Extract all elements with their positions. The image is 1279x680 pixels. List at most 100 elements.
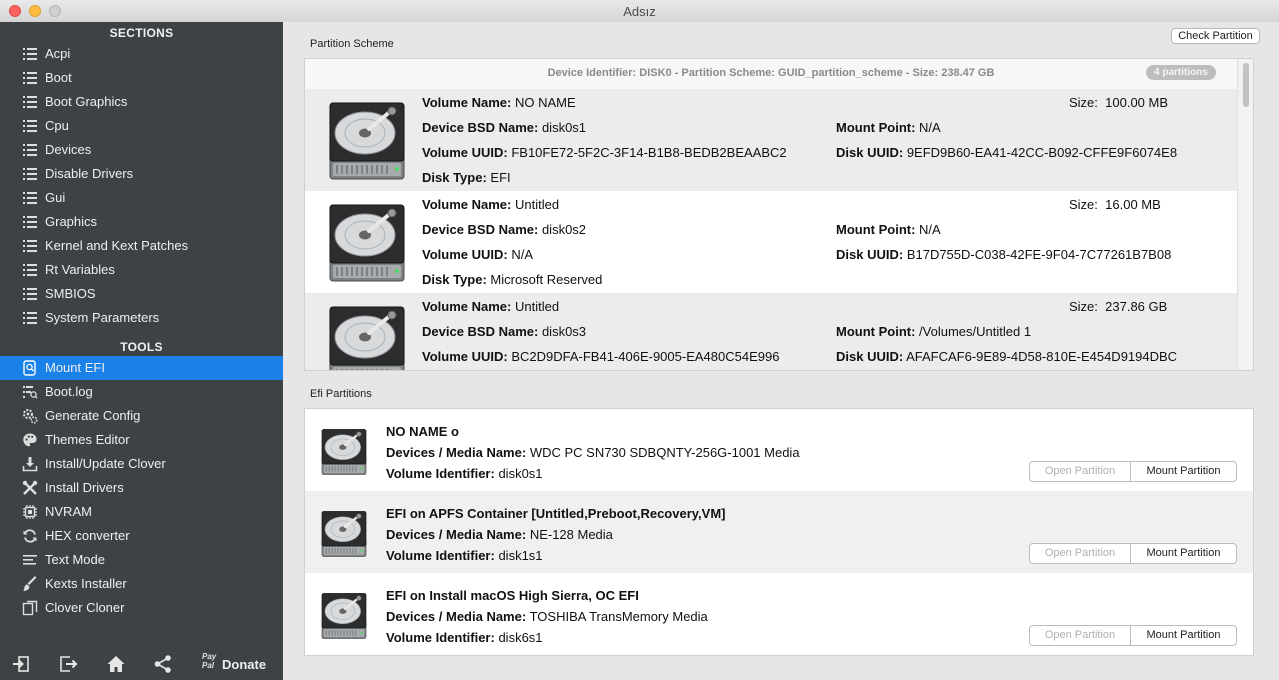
check-partition-button[interactable]: Check Partition — [1171, 28, 1260, 44]
sidebar-item-kexts-installer[interactable]: Kexts Installer — [0, 572, 283, 596]
field-value: FB10FE72-5F2C-3F14-B1B8-BEDB2BEAABC2 — [511, 145, 787, 160]
sidebar-item-gui[interactable]: Gui — [0, 186, 283, 210]
sidebar-item-boot[interactable]: Boot — [0, 66, 283, 90]
sidebar-item-kernel-kext-patches[interactable]: Kernel and Kext Patches — [0, 234, 283, 258]
sidebar-item-text-mode[interactable]: Text Mode — [0, 548, 283, 572]
field-value: WDC PC SN730 SDBQNTY-256G-1001 Media — [529, 445, 800, 460]
mount-point-field: Mount Point: N/A — [836, 120, 941, 135]
sidebar-item-system-parameters[interactable]: System Parameters — [0, 306, 283, 330]
sidebar-item-graphics[interactable]: Graphics — [0, 210, 283, 234]
field-label: Mount Point: — [836, 324, 916, 339]
partition-row[interactable]: Volume Name: NO NAME Size: 100.00 MB Dev… — [305, 89, 1237, 191]
field-label: Volume Name: — [422, 197, 512, 212]
sidebar-item-install-drivers[interactable]: Install Drivers — [0, 476, 283, 500]
media-name-field: Devices / Media Name: TOSHIBA TransMemor… — [386, 609, 708, 624]
sidebar-item-smbios[interactable]: SMBIOS — [0, 282, 283, 306]
sidebar-item-label: Acpi — [45, 46, 71, 61]
sidebar-item-label: Install Drivers — [45, 480, 124, 495]
partition-actions: Open Partition Mount Partition — [1029, 543, 1237, 564]
disk-uuid-field: Disk UUID: B17D755D-C038-42FE-9F04-7C772… — [836, 247, 1171, 262]
sidebar-item-acpi[interactable]: Acpi — [0, 42, 283, 66]
partition-list-scrollbar[interactable] — [1237, 59, 1253, 370]
sidebar-item-devices[interactable]: Devices — [0, 138, 283, 162]
sidebar-item-install-update-clover[interactable]: Install/Update Clover — [0, 452, 283, 476]
sidebar-item-rt-variables[interactable]: Rt Variables — [0, 258, 283, 282]
sidebar-item-label: Mount EFI — [45, 360, 105, 375]
copy-icon — [22, 600, 38, 616]
hard-disk-icon — [327, 99, 407, 183]
home-icon[interactable] — [106, 654, 126, 674]
list-icon — [22, 94, 38, 110]
sidebar-item-boot-log[interactable]: Boot.log — [0, 380, 283, 404]
open-partition-button[interactable]: Open Partition — [1029, 461, 1131, 482]
list-icon — [22, 142, 38, 158]
sidebar-item-clover-cloner[interactable]: Clover Cloner — [0, 596, 283, 620]
hard-disk-icon — [327, 201, 407, 285]
mount-point-field: Mount Point: N/A — [836, 222, 941, 237]
volume-uuid-field: Volume UUID: FB10FE72-5F2C-3F14-B1B8-BED… — [422, 145, 787, 160]
volume-identifier-field: Volume Identifier: disk0s1 — [386, 466, 543, 481]
title-bar: Adsız — [0, 0, 1279, 23]
sidebar-item-label: Cpu — [45, 118, 69, 133]
export-icon[interactable] — [58, 654, 78, 674]
sidebar-item-mount-efi[interactable]: Mount EFI — [0, 356, 283, 380]
efi-partition-row[interactable]: EFI on Install macOS High Sierra, OC EFI… — [305, 573, 1253, 655]
field-label: Volume Name: — [422, 95, 512, 110]
sidebar-item-label: Text Mode — [45, 552, 105, 567]
bsd-name-field: Device BSD Name: disk0s1 — [422, 120, 586, 135]
sidebar-item-hex-converter[interactable]: HEX converter — [0, 524, 283, 548]
efi-partition-list: NO NAME o Devices / Media Name: WDC PC S… — [304, 408, 1254, 656]
sidebar-item-boot-graphics[interactable]: Boot Graphics — [0, 90, 283, 114]
sidebar-item-disable-drivers[interactable]: Disable Drivers — [0, 162, 283, 186]
sidebar: SECTIONS Acpi Boot Boot Graphics Cpu Dev… — [0, 22, 283, 680]
bsd-name-field: Device BSD Name: disk0s2 — [422, 222, 586, 237]
field-label: Volume Identifier: — [386, 466, 495, 481]
field-value: Untitled — [514, 299, 560, 314]
efi-partition-row[interactable]: EFI on APFS Container [Untitled,Preboot,… — [305, 491, 1253, 573]
field-value: disk1s1 — [498, 548, 543, 563]
sidebar-item-label: Kexts Installer — [45, 576, 127, 591]
open-partition-button[interactable]: Open Partition — [1029, 543, 1131, 564]
disk-uuid-field: Disk UUID: AFAFCAF6-9E89-4D58-810E-E454D… — [836, 349, 1177, 364]
share-icon[interactable] — [153, 654, 173, 674]
list-icon — [22, 310, 38, 326]
tools-icon — [22, 480, 38, 495]
field-label: Disk UUID: — [836, 349, 904, 364]
partition-scheme-label: Partition Scheme — [310, 38, 394, 50]
volume-uuid-field: Volume UUID: BC2D9DFA-FB41-406E-9005-EA4… — [422, 349, 779, 364]
hard-disk-icon — [327, 303, 407, 371]
volume-identifier-field: Volume Identifier: disk6s1 — [386, 630, 543, 645]
main-content: Check Partition Partition Scheme Device … — [283, 22, 1279, 680]
list-icon — [22, 190, 38, 206]
sidebar-item-themes-editor[interactable]: Themes Editor — [0, 428, 283, 452]
app-window: Adsız SECTIONS Acpi Boot Boot Graphics C… — [0, 0, 1279, 680]
volume-name-field: Volume Name: Untitled — [422, 299, 559, 314]
field-value: TOSHIBA TransMemory Media — [529, 609, 708, 624]
sidebar-footer: Pay Pal Donate — [0, 648, 283, 680]
import-icon[interactable] — [11, 654, 31, 674]
list-icon — [22, 262, 38, 278]
efi-partition-row[interactable]: NO NAME o Devices / Media Name: WDC PC S… — [305, 409, 1253, 491]
scroll-thumb[interactable] — [1243, 63, 1249, 107]
sidebar-item-generate-config[interactable]: Generate Config — [0, 404, 283, 428]
mount-partition-button[interactable]: Mount Partition — [1130, 625, 1237, 646]
mount-point-field: Mount Point: /Volumes/Untitled 1 — [836, 324, 1031, 339]
sidebar-item-nvram[interactable]: NVRAM — [0, 500, 283, 524]
field-value: Untitled — [514, 197, 560, 212]
tools-heading: TOOLS — [120, 340, 163, 354]
field-value: B17D755D-C038-42FE-9F04-7C77261B7B08 — [906, 247, 1172, 262]
sidebar-item-label: Rt Variables — [45, 262, 115, 277]
disk-type-field: Disk Type: Microsoft Reserved — [422, 272, 602, 287]
mount-partition-button[interactable]: Mount Partition — [1130, 543, 1237, 564]
open-partition-button[interactable]: Open Partition — [1029, 625, 1131, 646]
sidebar-item-cpu[interactable]: Cpu — [0, 114, 283, 138]
mount-partition-button[interactable]: Mount Partition — [1130, 461, 1237, 482]
field-label: Size: — [1069, 95, 1098, 110]
log-search-icon — [23, 386, 38, 399]
partition-row[interactable]: Volume Name: Untitled Size: 237.86 GB De… — [305, 293, 1237, 371]
sidebar-item-label: Install/Update Clover — [45, 456, 166, 471]
list-icon — [22, 286, 38, 302]
partition-row[interactable]: Volume Name: Untitled Size: 16.00 MB Dev… — [305, 191, 1237, 293]
device-identifier-header: Device Identifier: DISK0 - Partition Sch… — [547, 67, 995, 79]
field-label: Devices / Media Name: — [386, 527, 527, 542]
